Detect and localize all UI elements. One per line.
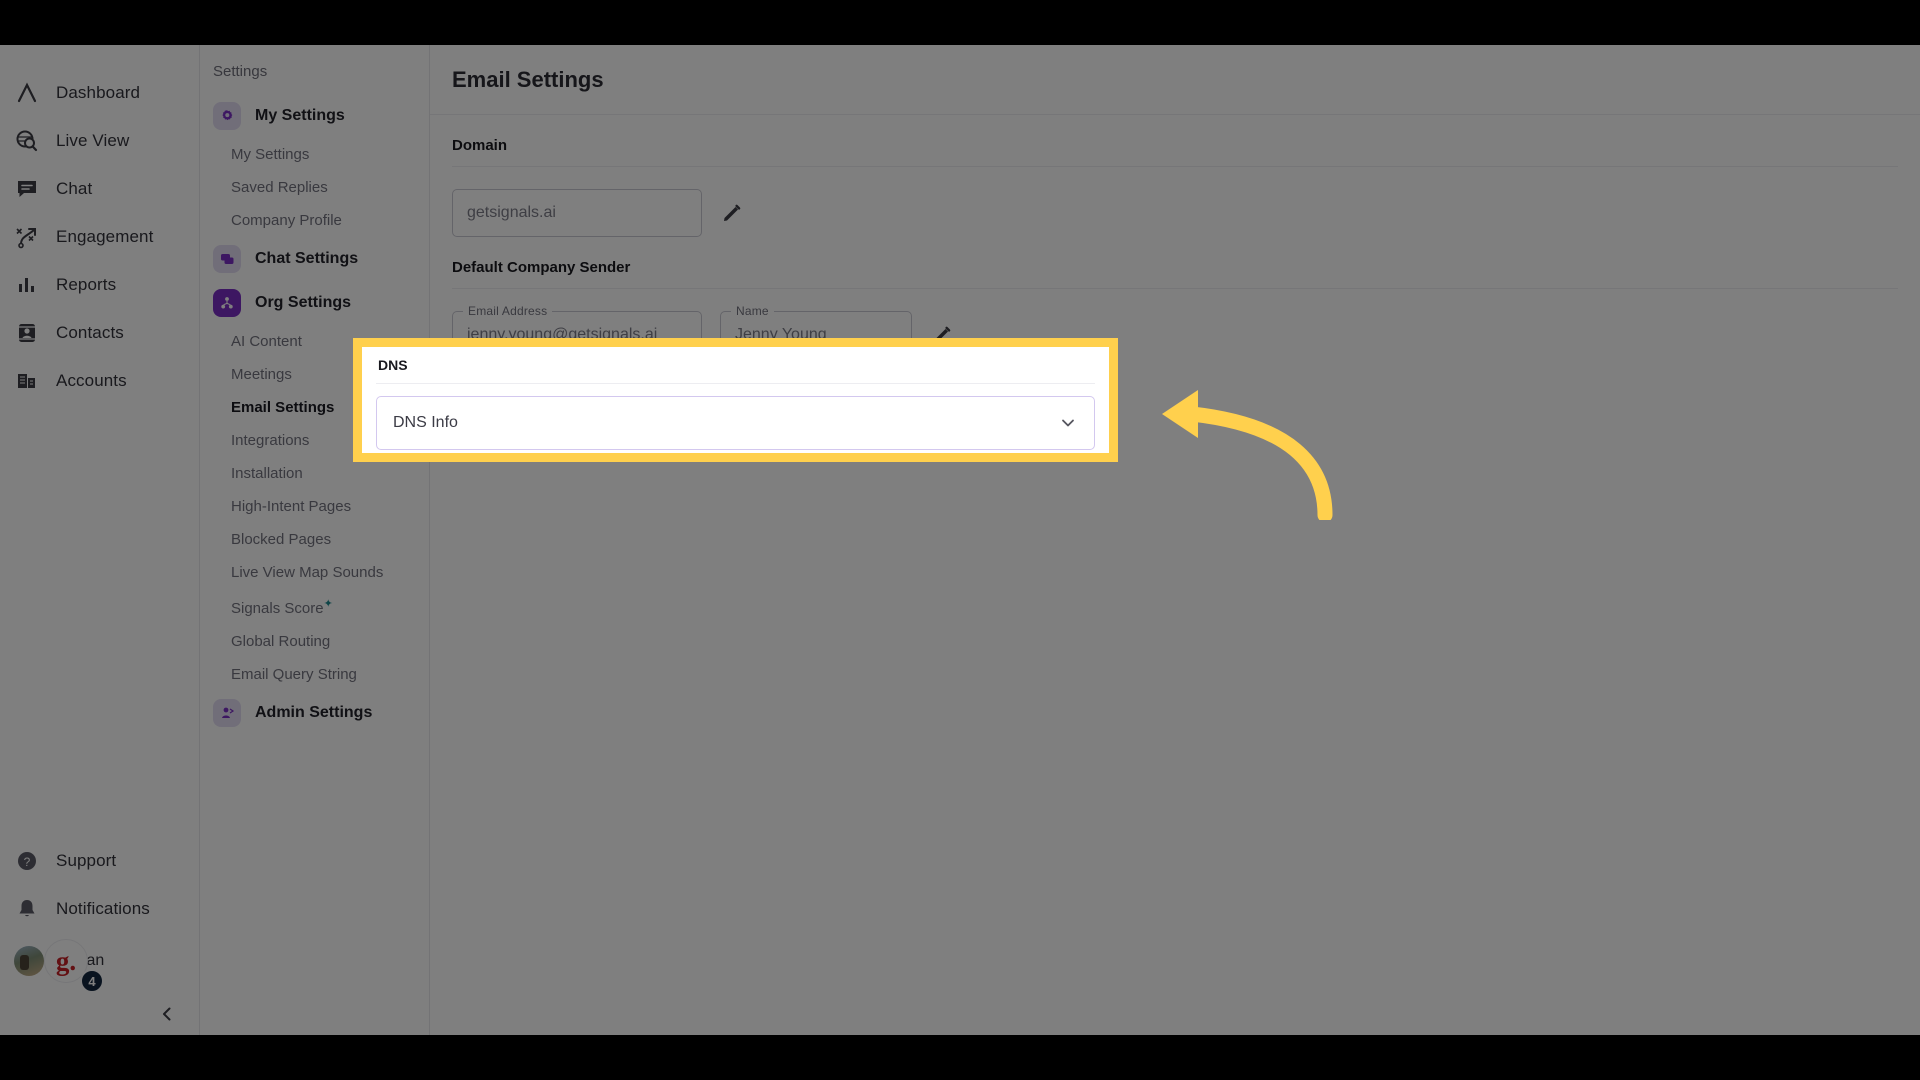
sidebar-item-label: Engagement bbox=[56, 227, 154, 246]
main-content: Email Settings Domain getsignals.ai Defa… bbox=[430, 45, 1920, 1035]
sidebar-item-reports[interactable]: Reports bbox=[0, 261, 199, 309]
sidebar-item-chat[interactable]: Chat bbox=[0, 165, 199, 213]
sidebar-item-label: Reports bbox=[56, 275, 117, 294]
org-tree-icon bbox=[213, 289, 241, 317]
subnav-group-my-settings[interactable]: My Settings bbox=[200, 94, 429, 138]
subnav-item-email-query-string[interactable]: Email Query String bbox=[200, 658, 429, 691]
chevron-down-icon[interactable] bbox=[1058, 413, 1078, 433]
sidebar-item-notifications[interactable]: Notifications bbox=[0, 885, 200, 933]
domain-input[interactable]: getsignals.ai bbox=[452, 189, 702, 237]
pencil-icon[interactable] bbox=[720, 201, 744, 225]
subnav-item-saved-replies[interactable]: Saved Replies bbox=[200, 171, 429, 204]
user-profile-row[interactable]: Ngan g. 4 bbox=[0, 933, 200, 993]
dns-section: DNS DNS Info bbox=[362, 347, 1109, 453]
avatar bbox=[14, 946, 44, 976]
buildings-icon bbox=[14, 368, 40, 394]
sidebar-item-label: Dashboard bbox=[56, 83, 141, 102]
screenshot-stage: Dashboard Live View Chat Engagement Repo… bbox=[0, 0, 1920, 1080]
domain-section-label: Domain bbox=[452, 137, 508, 154]
subnav-item-signals-score[interactable]: Signals Score✦ bbox=[200, 589, 429, 625]
help-circle-icon: ? bbox=[14, 848, 40, 874]
email-address-legend: Email Address bbox=[463, 304, 553, 318]
app-viewport: Dashboard Live View Chat Engagement Repo… bbox=[0, 45, 1920, 1035]
subnav-item-company-profile[interactable]: Company Profile bbox=[200, 204, 429, 237]
domain-section: Domain getsignals.ai bbox=[430, 115, 1920, 237]
subnav-group-label: Admin Settings bbox=[255, 704, 373, 721]
engagement-flow-icon bbox=[14, 224, 40, 250]
subnav-group-org-settings[interactable]: Org Settings bbox=[200, 281, 429, 325]
sidebar-item-label: Accounts bbox=[56, 371, 127, 390]
domain-value: getsignals.ai bbox=[467, 204, 556, 221]
globe-search-icon bbox=[14, 128, 40, 154]
subnav-group-chat-settings[interactable]: Chat Settings bbox=[200, 237, 429, 281]
sidebar-item-support[interactable]: ? Support bbox=[0, 837, 200, 885]
sidebar-item-dashboard[interactable]: Dashboard bbox=[0, 69, 199, 117]
logo-chevron-icon bbox=[14, 80, 40, 106]
contact-card-icon bbox=[14, 320, 40, 346]
sender-name-legend: Name bbox=[731, 304, 774, 318]
domain-field-row: getsignals.ai bbox=[452, 167, 1898, 237]
primary-sidebar-footer: ? Support Notifications g. 4 bbox=[0, 837, 200, 1035]
subnav-item-blocked-pages[interactable]: Blocked Pages bbox=[200, 523, 429, 556]
section-divider bbox=[376, 383, 1095, 384]
subnav-title: Settings bbox=[213, 63, 268, 80]
premium-star-icon: ✦ bbox=[323, 598, 333, 610]
chat-bubble-icon bbox=[14, 176, 40, 202]
bar-chart-icon bbox=[14, 272, 40, 298]
sidebar-item-label: Live View bbox=[56, 131, 130, 150]
subnav-item-my-settings[interactable]: My Settings bbox=[200, 138, 429, 171]
page-header: Email Settings bbox=[430, 45, 1920, 115]
subnav-item-live-view-map-sounds[interactable]: Live View Map Sounds bbox=[200, 556, 429, 589]
dns-highlight-frame: DNS DNS Info bbox=[353, 338, 1118, 462]
chat-settings-icon bbox=[213, 245, 241, 273]
subnav-group-label: Chat Settings bbox=[255, 250, 359, 267]
subnav-item-high-intent-pages[interactable]: High-Intent Pages bbox=[200, 490, 429, 523]
dns-info-label: DNS Info bbox=[393, 414, 458, 431]
bell-icon bbox=[14, 896, 40, 922]
settings-subnav: Settings My Settings My Settings Saved R… bbox=[200, 45, 430, 1035]
dns-section-label: DNS bbox=[378, 357, 408, 373]
primary-nav-list: Dashboard Live View Chat Engagement Repo… bbox=[0, 45, 199, 405]
sidebar-item-label: Contacts bbox=[56, 323, 124, 342]
subnav-item-label: Signals Score bbox=[231, 600, 324, 617]
sidebar-item-label: Chat bbox=[56, 179, 93, 198]
notification-count-badge: 4 bbox=[80, 969, 104, 993]
sidebar-item-engagement[interactable]: Engagement bbox=[0, 213, 199, 261]
sidebar-item-label: Support bbox=[56, 851, 117, 870]
primary-sidebar: Dashboard Live View Chat Engagement Repo… bbox=[0, 45, 200, 1035]
gear-icon bbox=[213, 102, 241, 130]
subnav-item-global-routing[interactable]: Global Routing bbox=[200, 625, 429, 658]
sidebar-item-accounts[interactable]: Accounts bbox=[0, 357, 199, 405]
sender-section-label: Default Company Sender bbox=[452, 259, 631, 276]
subnav-group-label: Org Settings bbox=[255, 294, 352, 311]
chevron-left-icon[interactable] bbox=[156, 1003, 178, 1025]
sidebar-item-live-view[interactable]: Live View bbox=[0, 117, 199, 165]
subnav-group-label: My Settings bbox=[255, 107, 345, 124]
subnav-group-admin-settings[interactable]: Admin Settings bbox=[200, 691, 429, 735]
collapse-row bbox=[0, 989, 200, 1025]
sidebar-item-contacts[interactable]: Contacts bbox=[0, 309, 199, 357]
dns-info-accordion[interactable]: DNS Info bbox=[376, 396, 1095, 450]
svg-text:?: ? bbox=[24, 855, 31, 869]
page-title: Email Settings bbox=[452, 66, 604, 92]
admin-person-icon bbox=[213, 699, 241, 727]
sidebar-item-label: Notifications bbox=[56, 899, 150, 918]
